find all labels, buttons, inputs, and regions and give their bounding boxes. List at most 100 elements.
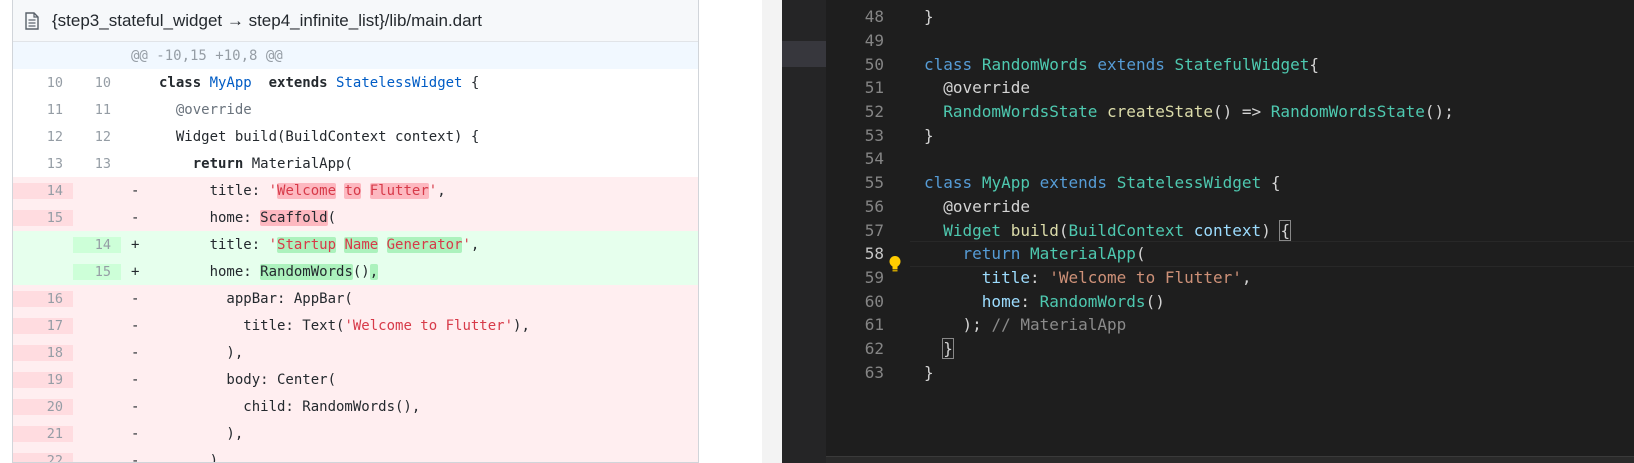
editor-line[interactable]: 51 @override — [826, 76, 1634, 100]
file-path[interactable]: {step3_stateful_widget → step4_infinite_… — [52, 11, 482, 31]
code-token: ), — [159, 425, 244, 442]
code-token: ), — [159, 344, 244, 361]
code-text: title: 'Welcome to Flutter', — [910, 268, 1252, 287]
code-token: ); — [924, 315, 992, 335]
file-header[interactable]: {step3_stateful_widget → step4_infinite_… — [13, 0, 698, 42]
new-line-number[interactable]: 12 — [73, 128, 121, 145]
editor-line[interactable]: 49 — [826, 29, 1634, 53]
editor-line[interactable]: 61 ); // MaterialApp — [826, 313, 1634, 337]
old-line-number[interactable]: 20 — [13, 398, 73, 415]
editor-line[interactable]: 55 class MyApp extends StatelessWidget { — [826, 171, 1634, 195]
code-token: title: — [159, 236, 269, 253]
old-line-number[interactable]: 10 — [13, 74, 73, 91]
diff-row-ctx[interactable]: 12 12 Widget build(BuildContext context) … — [13, 123, 698, 150]
editor-line[interactable]: 63} — [826, 360, 1634, 384]
code-token: to — [344, 182, 362, 199]
code-token: ( — [327, 209, 337, 226]
diff-row-del[interactable]: 18 - ), — [13, 339, 698, 366]
code-token: StatelessWidget — [1116, 173, 1262, 193]
code-line: child: RandomWords(), — [159, 399, 420, 415]
code-editor[interactable]: 48} 49 50 class RandomWords extends Statefu… — [826, 0, 1634, 463]
editor-line[interactable]: 58 return MaterialApp( — [826, 240, 1634, 272]
editor-line[interactable]: 50 class RandomWords extends StatefulWidg… — [826, 52, 1634, 76]
diff-row-ctx[interactable]: 10 10 class MyApp extends StatelessWidget… — [13, 69, 698, 96]
diff-row-del[interactable]: 14- title: 'Welcome to Flutter', — [13, 177, 698, 204]
old-line-number[interactable]: 14 — [13, 182, 73, 199]
code-token: () => — [1213, 102, 1271, 122]
code-token: } — [924, 7, 934, 27]
old-line-number[interactable]: 16 — [13, 290, 73, 307]
diff-row-del[interactable]: 15 - home: Scaffold( — [13, 204, 698, 231]
editor-line[interactable]: 53} — [826, 123, 1634, 147]
editor-line[interactable]: 48} — [826, 5, 1634, 29]
editor-line[interactable]: 56 @override — [826, 195, 1634, 219]
editor-line[interactable]: 57 Widget build(BuildContext context) { — [826, 218, 1634, 242]
line-number: 55 — [864, 173, 884, 193]
new-line-number[interactable]: 11 — [73, 101, 121, 118]
new-line-number[interactable]: 13 — [73, 155, 121, 172]
code-text: home: RandomWords() — [910, 292, 1165, 311]
diff-row-del[interactable]: 19 - body: Center( — [13, 366, 698, 393]
old-line-number[interactable]: 12 — [13, 128, 73, 145]
editor-line[interactable]: 62 } — [826, 337, 1634, 361]
diff-marker — [131, 129, 159, 145]
code-token: Name — [344, 236, 379, 253]
code-token: home — [981, 291, 1021, 311]
new-line-number[interactable]: 14 — [73, 236, 121, 253]
code-token: @override — [924, 78, 1030, 98]
code-token: { — [1279, 219, 1292, 241]
new-line-number[interactable]: 15 — [73, 263, 121, 280]
code-line: home: RandomWords(), — [159, 263, 379, 280]
diff-row-add[interactable]: 14 + title: 'Startup Name Generator', — [13, 231, 698, 258]
editor-line[interactable]: 52 RandomWordsState createState() => Ran… — [826, 100, 1634, 124]
code-token: Startup — [277, 236, 337, 253]
code-token: title: — [159, 182, 269, 199]
code-token: } — [924, 125, 934, 145]
old-line-number[interactable]: 21 — [13, 425, 73, 442]
horizontal-scrollbar[interactable] — [826, 456, 1634, 463]
code-token: extends — [268, 74, 328, 91]
code-line: title: Text('Welcome to Flutter'), — [159, 318, 530, 334]
diff-row-del[interactable]: 21 - ), — [13, 420, 698, 447]
code-token: : — [1020, 291, 1040, 311]
diff-row-ctx[interactable]: 13 13 return MaterialApp( — [13, 150, 698, 177]
code-token: body: Center( — [159, 371, 337, 388]
code-token: ( — [1135, 244, 1146, 264]
diff-row-del[interactable]: 20 - child: RandomWords(), — [13, 393, 698, 420]
old-line-number[interactable]: 11 — [13, 101, 73, 118]
old-line-number[interactable]: 19 — [13, 371, 73, 388]
editor-line[interactable]: 54 — [826, 147, 1634, 171]
editor-line[interactable]: 60 home: RandomWords() — [826, 289, 1634, 313]
diff-row-del[interactable]: 16 - appBar: AppBar( — [13, 285, 698, 312]
old-line-number[interactable]: 18 — [13, 344, 73, 361]
code-token: , — [369, 263, 379, 280]
code-token: () — [352, 263, 370, 280]
line-number: 57 — [864, 220, 884, 240]
old-line-number[interactable]: 13 — [13, 155, 73, 172]
diff-marker: - — [131, 344, 140, 361]
diff-row-ctx[interactable]: 11 11 @override — [13, 96, 698, 123]
editor-line[interactable]: 59 title: 'Welcome to Flutter', — [826, 266, 1634, 290]
new-line-number[interactable]: 10 — [73, 74, 121, 91]
old-line-number[interactable]: 15 — [13, 209, 73, 226]
diff-row-del[interactable]: 22 - ) — [13, 447, 698, 462]
code-token: { — [1309, 54, 1319, 74]
old-line-number[interactable]: 17 — [13, 317, 73, 334]
code-line: class MyApp extends StatelessWidget { — [159, 75, 479, 91]
hunk-header[interactable]: @@ -10,15 +10,8 @@ — [13, 42, 698, 69]
diff-row-del[interactable]: 17 - title: Text('Welcome to Flutter'), — [13, 312, 698, 339]
diff-row-add[interactable]: 15 + home: RandomWords(), — [13, 258, 698, 285]
code-token: title — [981, 267, 1030, 287]
code-line: title: 'Startup Name Generator', — [159, 236, 479, 253]
code-token: return — [192, 155, 244, 172]
old-line-number[interactable]: 22 — [13, 452, 73, 462]
